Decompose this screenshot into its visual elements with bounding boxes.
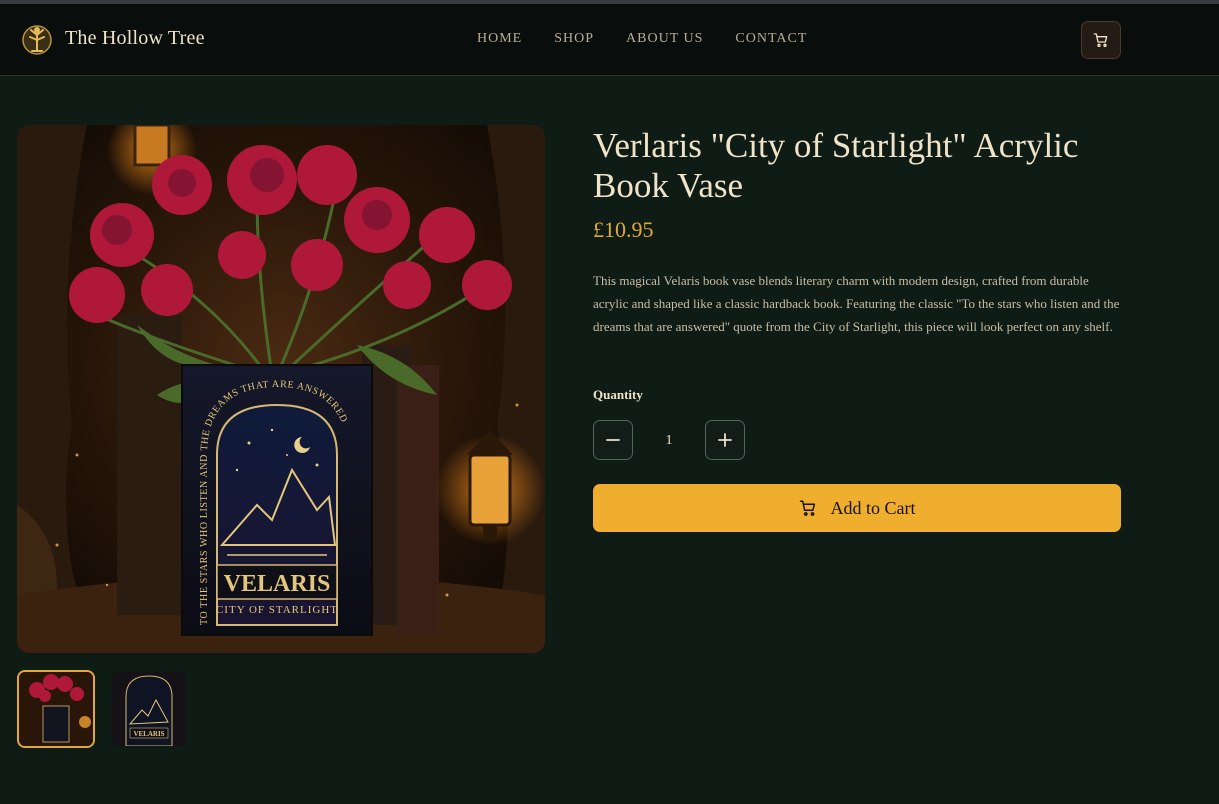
quantity-input[interactable]: [648, 430, 690, 452]
product-description: This magical Velaris book vase blends li…: [593, 273, 1120, 334]
brand-name[interactable]: The Hollow Tree: [65, 27, 205, 50]
quantity-increase-button[interactable]: [705, 420, 745, 460]
cart-icon: [1093, 33, 1108, 47]
product-main-image: VELARIS CITY OF STARLIGHT TO THE STARS W…: [17, 125, 545, 653]
product-price: £10.95: [593, 217, 654, 242]
thumbnail-2[interactable]: VELARIS: [110, 670, 188, 748]
add-to-cart-button[interactable]: Add to Cart: [593, 484, 1121, 532]
site-header: The Hollow Tree HOME SHOP ABOUT US CONTA…: [0, 4, 1219, 76]
thumb-velaris-text: VELARIS: [133, 730, 164, 738]
plus-icon: [718, 433, 732, 447]
quantity-label: Quantity: [593, 387, 643, 402]
nav-contact[interactable]: CONTACT: [735, 31, 807, 47]
main-nav: HOME SHOP ABOUT US CONTACT: [477, 31, 839, 47]
image-velaris-text: VELARIS: [224, 571, 331, 597]
tree-logo-icon[interactable]: [22, 21, 52, 57]
image-city-text: CITY OF STARLIGHT: [216, 604, 338, 616]
nav-about-us[interactable]: ABOUT US: [626, 31, 703, 47]
product-title: Verlaris "City of Starlight" Acrylic Boo…: [593, 126, 1079, 205]
nav-home[interactable]: HOME: [477, 31, 522, 47]
quantity-decrease-button[interactable]: [593, 420, 633, 460]
thumbnail-1[interactable]: [17, 670, 95, 748]
nav-shop[interactable]: SHOP: [554, 31, 594, 47]
cart-icon: [799, 500, 815, 516]
cart-button[interactable]: [1081, 21, 1121, 59]
add-to-cart-label: Add to Cart: [830, 497, 916, 518]
minus-icon: [606, 439, 620, 441]
